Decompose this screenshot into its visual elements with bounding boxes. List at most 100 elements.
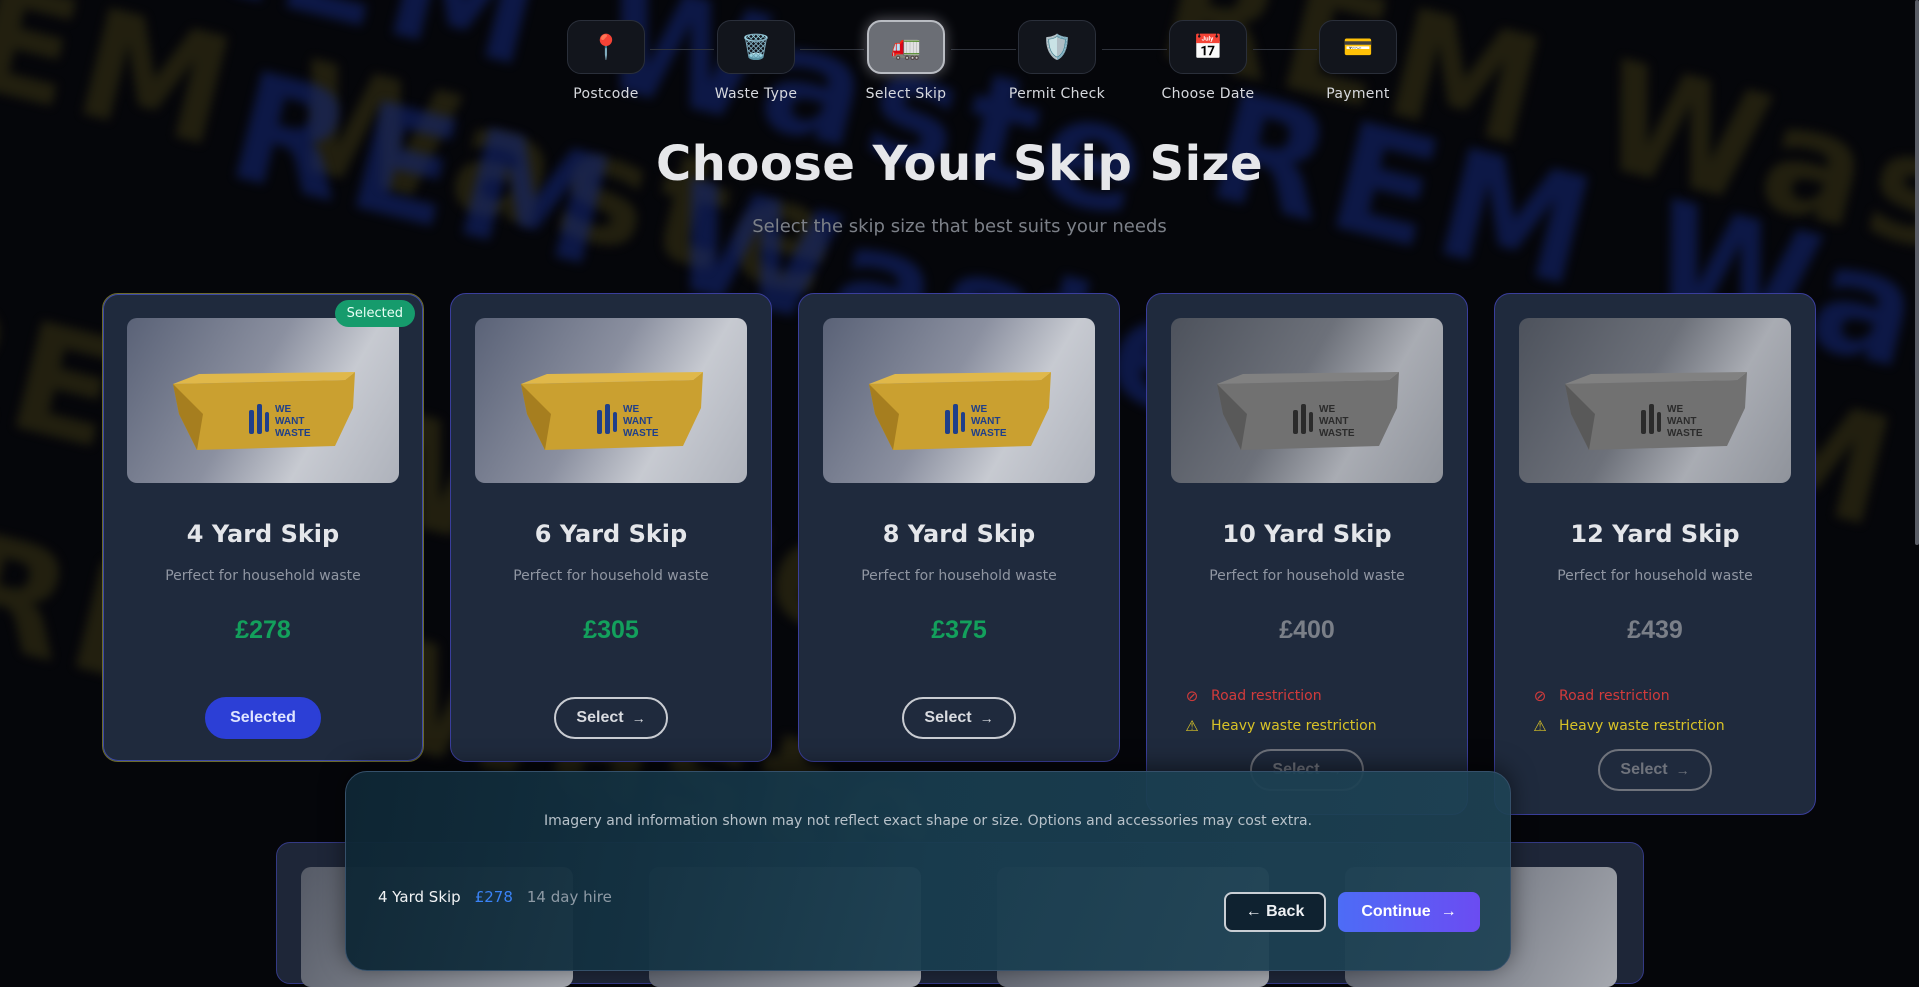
skip-card-title: 6 Yard Skip bbox=[534, 520, 688, 548]
step-label: Postcode bbox=[573, 86, 639, 102]
button-label: Select bbox=[1620, 761, 1668, 778]
selected-badge: Selected bbox=[334, 300, 415, 327]
skip-image: WE WANT WASTE bbox=[475, 318, 747, 483]
summary-hire-period: 14 day hire bbox=[526, 888, 612, 906]
svg-text:WASTE: WASTE bbox=[275, 428, 311, 439]
button-label: Selected bbox=[230, 709, 296, 726]
skip-illustration: WE WANT WASTE bbox=[1565, 372, 1747, 450]
step-postcode[interactable]: 📍 Postcode bbox=[546, 20, 666, 102]
svg-text:WE: WE bbox=[275, 404, 291, 415]
selection-summary-panel: Imagery and information shown may not re… bbox=[345, 771, 1511, 971]
arrow-right-icon: → bbox=[631, 710, 646, 726]
trash-icon: 🗑️ bbox=[717, 20, 795, 74]
svg-text:WASTE: WASTE bbox=[1319, 428, 1355, 439]
map-pin-icon: 📍 bbox=[567, 20, 645, 74]
skip-card-description: Perfect for household waste bbox=[1557, 568, 1753, 584]
page-title: Choose Your Skip Size bbox=[655, 136, 1264, 192]
arrow-right-icon: → bbox=[1440, 903, 1457, 920]
step-permit-check[interactable]: 🛡️ Permit Check bbox=[997, 20, 1117, 102]
svg-text:WANT: WANT bbox=[1667, 416, 1696, 427]
svg-text:WANT: WANT bbox=[971, 416, 1000, 427]
credit-card-icon: 💳 bbox=[1319, 20, 1397, 74]
skip-card[interactable]: WE WANT WASTE 12 Yard Skip Perfect for ho… bbox=[1494, 293, 1816, 815]
step-label: Choose Date bbox=[1161, 86, 1255, 102]
no-entry-icon: ⊘ bbox=[1533, 687, 1547, 705]
skip-card-title: 12 Yard Skip bbox=[1570, 520, 1740, 548]
restriction-label: Road restriction bbox=[1211, 688, 1322, 704]
skip-illustration: WE WANT WASTE bbox=[1217, 372, 1399, 450]
warning-icon: ⚠ bbox=[1185, 717, 1199, 735]
continue-label: Continue bbox=[1361, 903, 1431, 920]
skip-card-title: 4 Yard Skip bbox=[186, 520, 340, 548]
summary-skip-name: 4 Yard Skip bbox=[378, 888, 461, 906]
skip-image: WE WANT WASTE bbox=[823, 318, 1095, 483]
step-label: Payment bbox=[1326, 86, 1390, 102]
no-entry-icon: ⊘ bbox=[1185, 687, 1199, 705]
select-button[interactable]: Select → bbox=[1598, 749, 1712, 791]
skip-card[interactable]: WE WANT WASTE 6 Yard Skip Perfect for hou… bbox=[450, 293, 772, 762]
calendar-icon: 📅 bbox=[1169, 20, 1247, 74]
restriction-label: Heavy waste restriction bbox=[1559, 718, 1725, 734]
skip-card-description: Perfect for household waste bbox=[513, 568, 709, 584]
step-waste-type[interactable]: 🗑️ Waste Type bbox=[696, 20, 816, 102]
skip-card-price: £375 bbox=[931, 616, 987, 644]
skip-illustration: WE WANT WASTE bbox=[869, 372, 1051, 450]
skip-card-price: £439 bbox=[1627, 616, 1683, 644]
skip-card[interactable]: WE WANT WASTE 8 Yard Skip Perfect for hou… bbox=[798, 293, 1120, 762]
step-label: Select Skip bbox=[865, 86, 947, 102]
skip-image: WE WANT WASTE bbox=[1171, 318, 1443, 483]
svg-text:WE: WE bbox=[971, 404, 987, 415]
skip-card-description: Perfect for household waste bbox=[165, 568, 361, 584]
skip-card-price: £278 bbox=[235, 616, 291, 644]
svg-text:WASTE: WASTE bbox=[1667, 428, 1703, 439]
shield-icon: 🛡️ bbox=[1018, 20, 1096, 74]
select-button[interactable]: Select → bbox=[902, 697, 1016, 739]
skip-card-title: 8 Yard Skip bbox=[882, 520, 1036, 548]
skip-card-price: £400 bbox=[1279, 616, 1335, 644]
skip-card[interactable]: WE WANT WASTE Selected 4 Yard Skip Perfect… bbox=[102, 293, 424, 762]
skip-card-title: 10 Yard Skip bbox=[1222, 520, 1392, 548]
svg-text:WANT: WANT bbox=[1319, 416, 1348, 427]
step-label: Waste Type bbox=[714, 86, 798, 102]
svg-text:WE: WE bbox=[623, 404, 639, 415]
selected-button[interactable]: Selected bbox=[205, 697, 321, 739]
skip-illustration: WE WANT WASTE bbox=[521, 372, 703, 450]
button-label: Select bbox=[924, 709, 972, 726]
svg-text:WASTE: WASTE bbox=[623, 428, 659, 439]
svg-text:WASTE: WASTE bbox=[971, 428, 1007, 439]
svg-text:WE: WE bbox=[1667, 404, 1683, 415]
restriction-label: Heavy waste restriction bbox=[1211, 718, 1377, 734]
step-select-skip[interactable]: 🚛 Select Skip bbox=[846, 20, 966, 102]
skip-illustration: WE WANT WASTE bbox=[173, 372, 355, 450]
disclaimer-text: Imagery and information shown may not re… bbox=[543, 813, 1313, 829]
road-restriction-warning: ⊘ Road restriction bbox=[1183, 687, 1322, 705]
skip-card-description: Perfect for household waste bbox=[861, 568, 1057, 584]
select-button[interactable]: Select → bbox=[554, 697, 668, 739]
progress-stepper: 📍 Postcode 🗑️ Waste Type 🚛 Select Skip 🛡… bbox=[0, 20, 1919, 110]
truck-icon: 🚛 bbox=[867, 20, 945, 74]
step-label: Permit Check bbox=[1008, 86, 1106, 102]
heavy-waste-restriction-warning: ⚠ Heavy waste restriction bbox=[1531, 717, 1725, 735]
svg-text:WANT: WANT bbox=[623, 416, 652, 427]
back-button[interactable]: ← Back bbox=[1224, 892, 1326, 932]
continue-button[interactable]: Continue → bbox=[1338, 892, 1480, 932]
step-payment[interactable]: 💳 Payment bbox=[1298, 20, 1418, 102]
svg-text:WANT: WANT bbox=[275, 416, 304, 427]
arrow-right-icon: → bbox=[1675, 762, 1690, 778]
skip-image: WE WANT WASTE bbox=[127, 318, 399, 483]
button-label: Select bbox=[576, 709, 624, 726]
skip-card[interactable]: WE WANT WASTE 10 Yard Skip Perfect for ho… bbox=[1146, 293, 1468, 815]
heavy-waste-restriction-warning: ⚠ Heavy waste restriction bbox=[1183, 717, 1377, 735]
step-choose-date[interactable]: 📅 Choose Date bbox=[1148, 20, 1268, 102]
arrow-right-icon: → bbox=[979, 710, 994, 726]
page-subtitle: Select the skip size that best suits you… bbox=[752, 216, 1167, 237]
selection-summary: 4 Yard Skip £278 14 day hire bbox=[378, 888, 612, 906]
skip-card-description: Perfect for household waste bbox=[1209, 568, 1405, 584]
restriction-label: Road restriction bbox=[1559, 688, 1670, 704]
skip-image: WE WANT WASTE bbox=[1519, 318, 1791, 483]
svg-text:WE: WE bbox=[1319, 404, 1335, 415]
skip-card-price: £305 bbox=[583, 616, 639, 644]
warning-icon: ⚠ bbox=[1533, 717, 1547, 735]
summary-price: £278 bbox=[474, 888, 513, 906]
road-restriction-warning: ⊘ Road restriction bbox=[1531, 687, 1670, 705]
